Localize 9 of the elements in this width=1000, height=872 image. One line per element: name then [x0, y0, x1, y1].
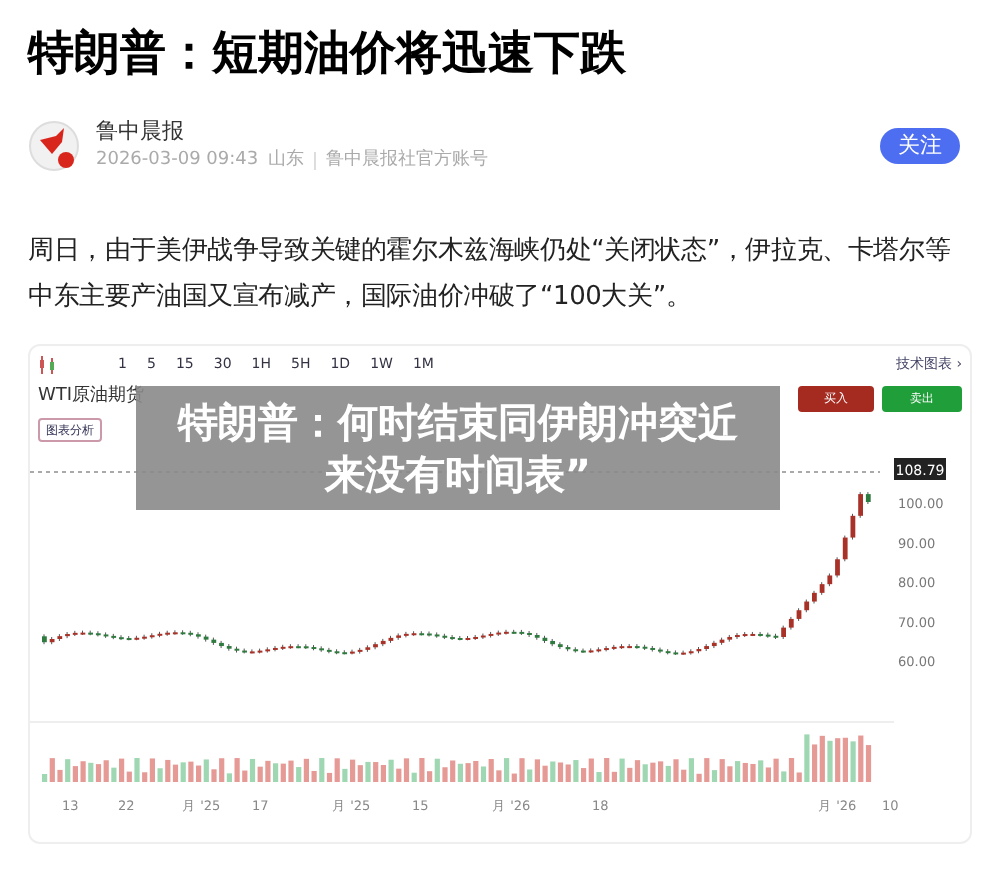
overlay-caption: 特朗普：何时结束同伊朗冲突近来没有时间表” — [175, 396, 740, 500]
publish-time: 2026-03-09 09:43 — [96, 148, 259, 174]
article-paragraph: 周日，由于美伊战争导致关键的霍尔木兹海峡仍处“关闭状态”，伊拉克、卡塔尔等中东主要产油国又宣布减产，国际油价冲破了“100大关”。 — [26, 234, 953, 316]
account-type: 鲁中晨报社官方账号 — [326, 147, 489, 174]
instrument-name: WTI原油期货 — [38, 384, 145, 411]
follow-button[interactable]: 关注 — [880, 128, 960, 164]
headline: 特朗普：短期油价将迅速下跌 — [25, 25, 628, 84]
author-name[interactable]: 鲁中晨报 — [96, 118, 489, 146]
region-text: 山东 — [268, 147, 305, 174]
